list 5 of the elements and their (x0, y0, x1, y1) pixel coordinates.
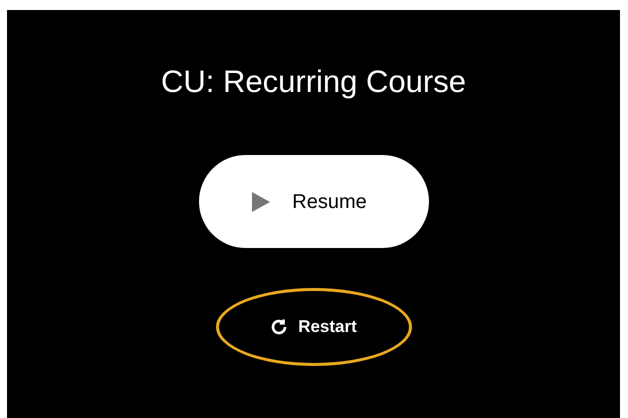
restart-button[interactable]: Restart (262, 310, 365, 344)
course-title: CU: Recurring Course (161, 63, 466, 101)
resume-button[interactable]: Resume (198, 155, 428, 248)
play-icon (250, 190, 272, 214)
refresh-icon (270, 318, 288, 336)
